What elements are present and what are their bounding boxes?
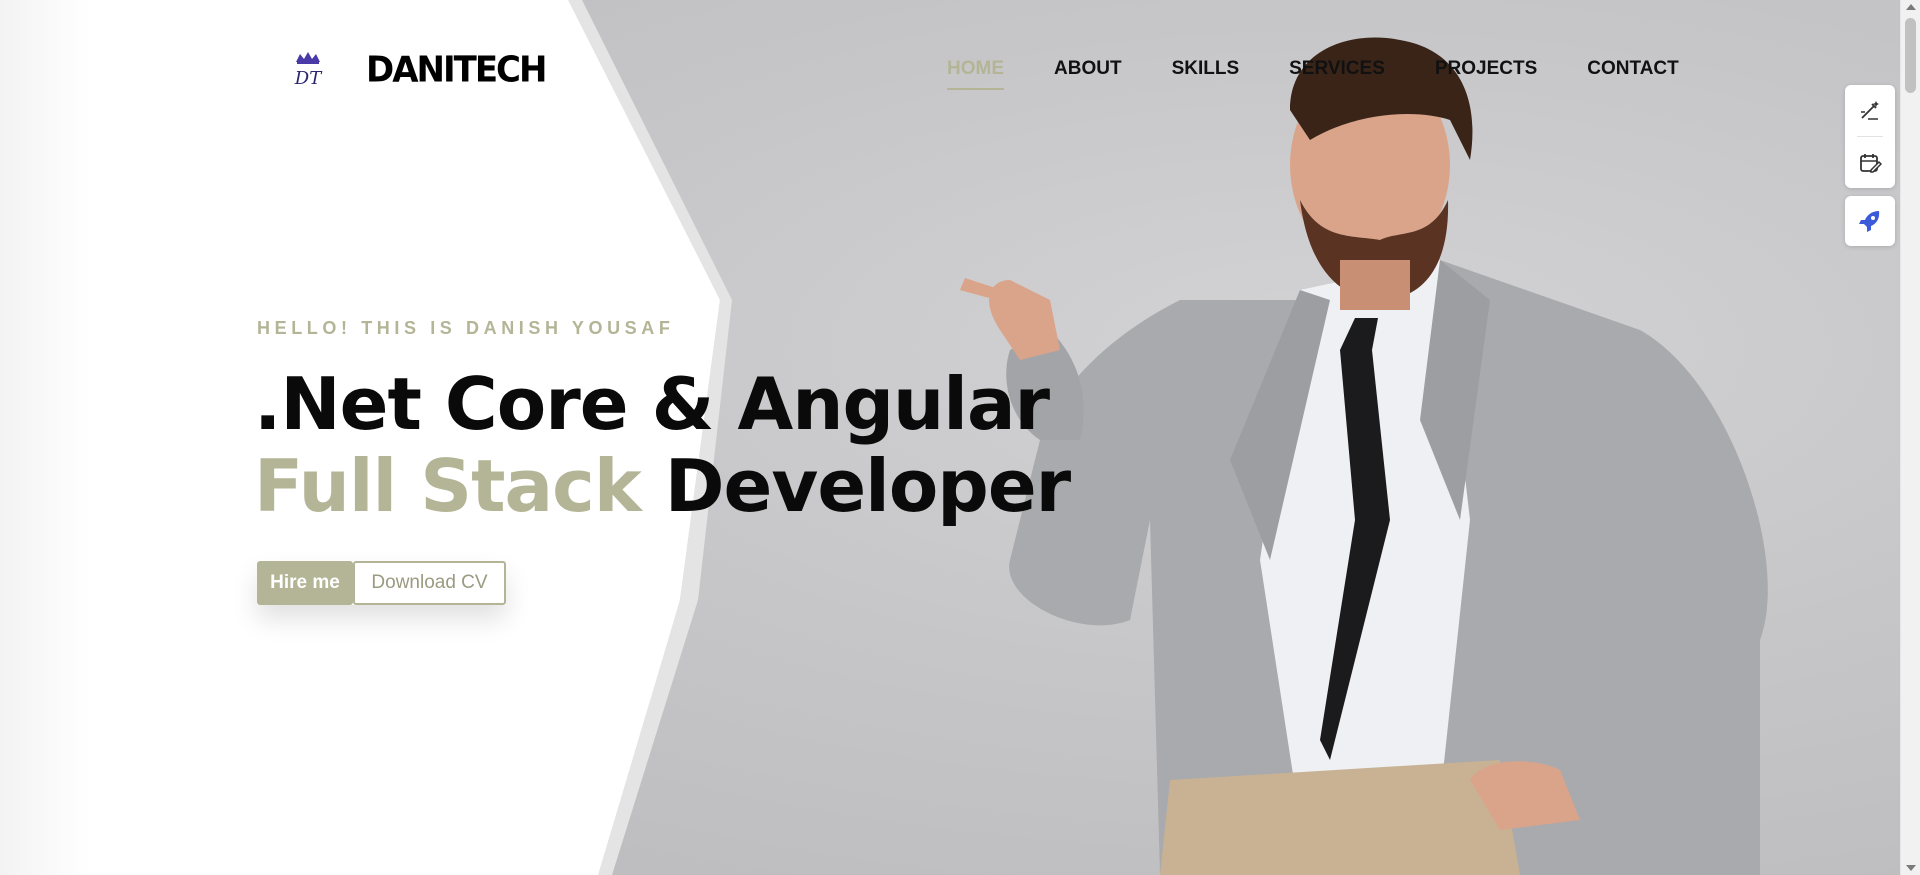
nav-services[interactable]: SERVICES [1289,58,1385,80]
hire-me-button[interactable]: Hire me [257,561,353,605]
scrollbar-thumb[interactable] [1905,18,1916,93]
rocket-icon [1859,211,1880,232]
hero-headline-rest: Developer [664,444,1071,528]
page: DT DANITECH HOME ABOUT SKILLS SERVICES P… [0,0,1920,875]
scroll-up-arrow-icon[interactable] [1906,4,1916,10]
nav-about[interactable]: ABOUT [1054,58,1122,80]
page-scrollbar[interactable] [1900,0,1920,875]
side-divider [1857,136,1883,137]
calendar-edit-button[interactable] [1845,138,1895,188]
hero-headline-accent: Full Stack [254,444,642,528]
calendar-edit-icon [1860,154,1882,173]
hero-headline-line1: .Net Core & Angular [254,362,1050,446]
download-cv-button[interactable]: Download CV [353,561,506,605]
side-tools-panel [1845,85,1895,188]
hero-headline-line2: Full Stack Developer [254,444,1071,528]
nav-contact[interactable]: CONTACT [1587,58,1678,80]
hero-buttons: Hire me Download CV [257,561,506,605]
nav-projects[interactable]: PROJECTS [1435,58,1537,80]
logo-mark-text: DT [294,68,323,89]
logo-icon[interactable]: DT [288,48,328,90]
hero-eyebrow: HELLO! THIS IS DANISH YOUSAF [257,318,675,338]
edit-wand-button[interactable] [1845,85,1895,135]
brand-logo-text[interactable]: DANITECH [366,49,547,91]
rocket-button[interactable] [1845,196,1895,246]
edit-wand-icon [1861,101,1879,120]
nav-home[interactable]: HOME [947,58,1004,90]
main-nav: HOME ABOUT SKILLS SERVICES PROJECTS CONT… [947,58,1729,90]
nav-skills[interactable]: SKILLS [1172,58,1240,80]
scroll-down-arrow-icon[interactable] [1906,865,1916,871]
